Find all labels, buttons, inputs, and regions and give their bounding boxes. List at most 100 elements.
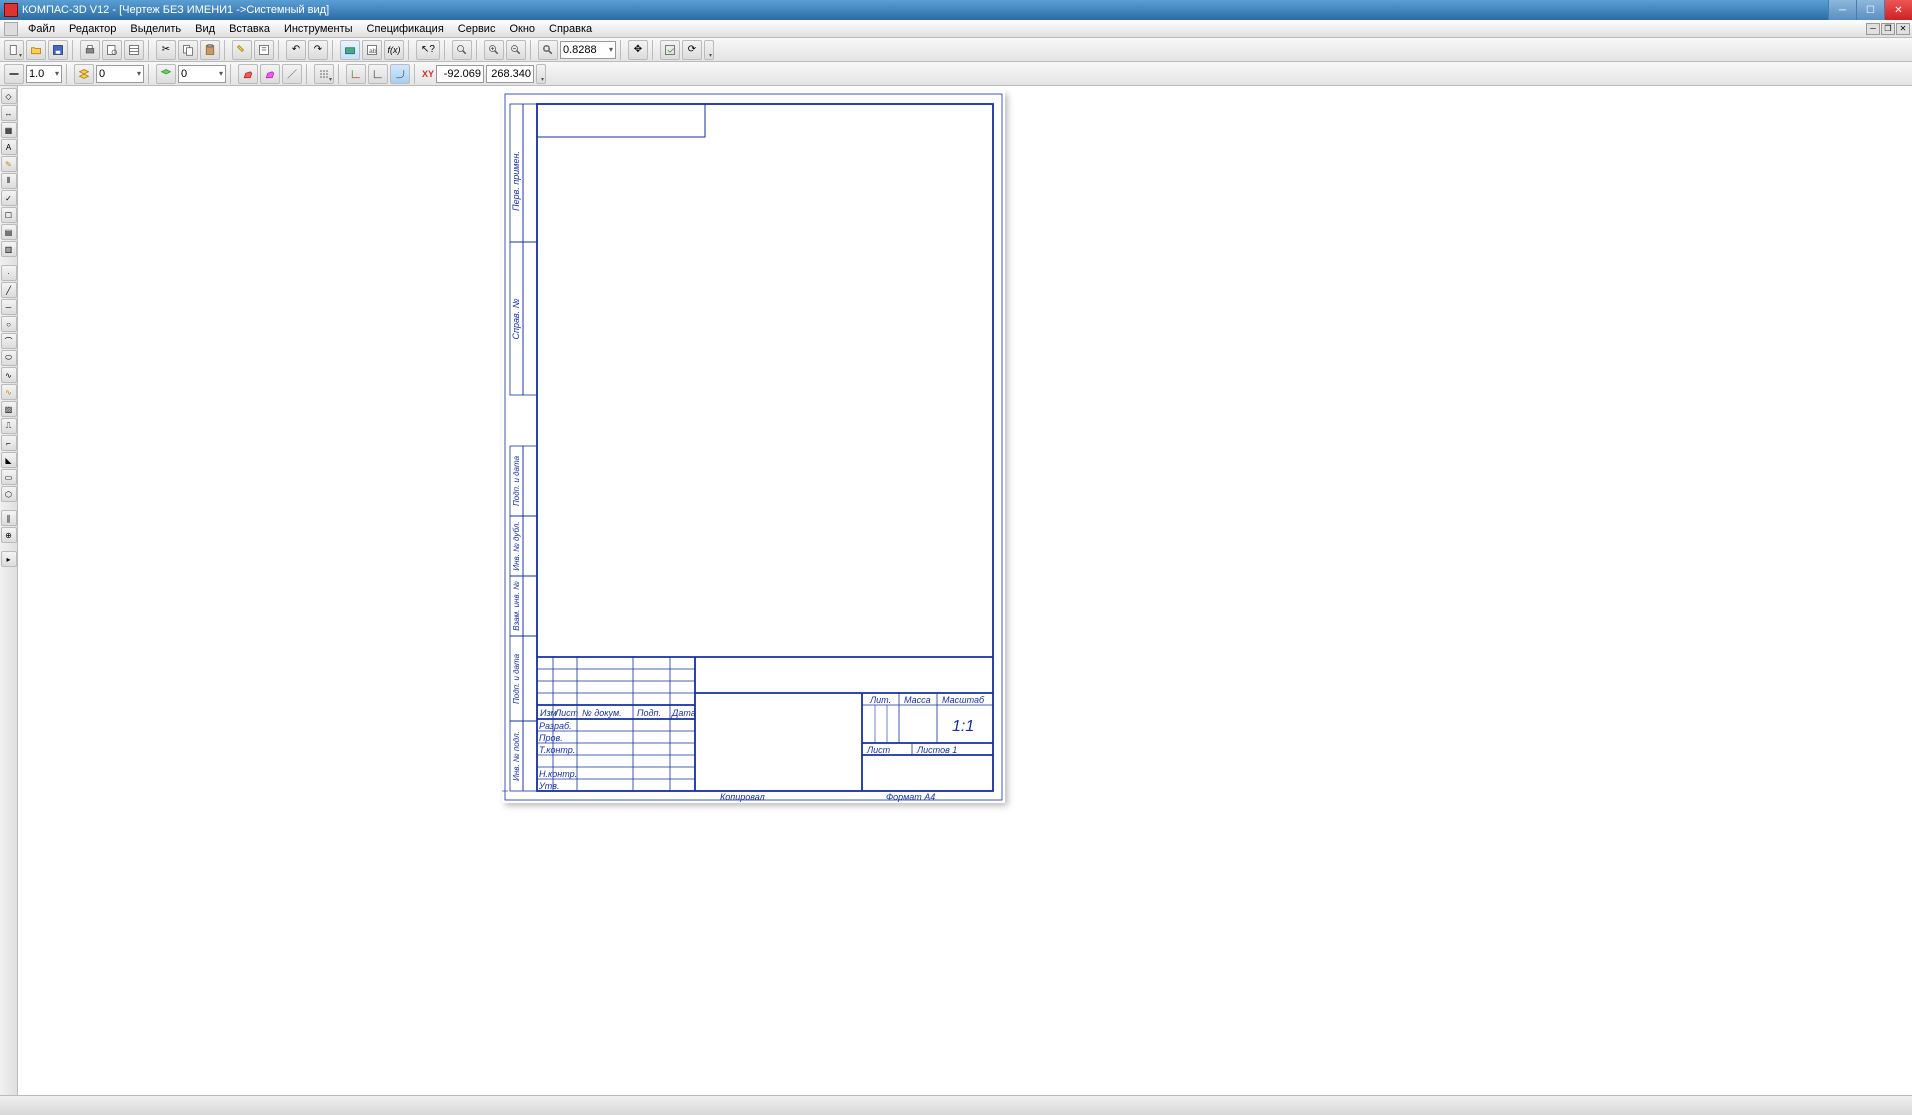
mdi-minimize-button[interactable]: ─ — [1866, 23, 1880, 35]
tool-param-icon[interactable]: ⫴ — [1, 173, 17, 189]
open-button[interactable] — [26, 40, 46, 60]
line-width-combo[interactable]: 1.0 — [26, 65, 62, 83]
toolbar-options-button[interactable] — [704, 40, 714, 60]
tool-hatch-icon[interactable]: ▨ — [1, 401, 17, 417]
drawing-canvas[interactable]: Перв. примен. Справ. № Подп. и дата Инв.… — [18, 86, 1912, 1095]
tool-segment-icon[interactable]: ─ — [1, 299, 17, 315]
side-inv-podl: Инв. № подл. — [512, 731, 521, 781]
round-button[interactable] — [390, 64, 410, 84]
col-list: Лист — [554, 708, 579, 718]
menu-file[interactable]: Файл — [22, 21, 61, 37]
tool-dimension-icon[interactable]: ↔ — [1, 105, 17, 121]
tool-geometry-icon[interactable]: ◇ — [1, 88, 17, 104]
tool-gather-icon[interactable]: ⊕ — [1, 527, 17, 543]
tb-scale: 1:1 — [952, 718, 974, 735]
cut-button[interactable]: ✂ — [156, 40, 176, 60]
tool-spec-icon[interactable]: ▤ — [1, 224, 17, 240]
side-podp1: Подп. и дата — [512, 455, 521, 506]
tool-rect-icon[interactable]: ▭ — [1, 469, 17, 485]
row-razrab: Разраб. — [539, 721, 572, 731]
menu-spec[interactable]: Спецификация — [361, 21, 450, 37]
menu-editor[interactable]: Редактор — [63, 21, 122, 37]
close-button[interactable]: ✕ — [1884, 0, 1912, 20]
tool-edit-icon[interactable]: ✎ — [1, 156, 17, 172]
properties-button[interactable] — [254, 40, 274, 60]
copy-button[interactable] — [178, 40, 198, 60]
preview-button[interactable] — [102, 40, 122, 60]
format-painter-button[interactable] — [232, 40, 252, 60]
tool-chamfer-icon[interactable]: ◣ — [1, 452, 17, 468]
layer-icon[interactable] — [74, 64, 94, 84]
help-arrow-button[interactable]: ↖? — [416, 40, 440, 60]
toolbar-standard: ✂ ↶ ↷ ab f(x) ↖? 0.8288 ✥ ⟳ — [0, 38, 1912, 62]
edit-style-2-button[interactable] — [260, 64, 280, 84]
fx-button[interactable]: f(x) — [384, 40, 404, 60]
tool-ellipse-icon[interactable]: ⬭ — [1, 350, 17, 366]
tb-mashtab: Масштаб — [942, 695, 985, 705]
line-style-icon[interactable] — [4, 64, 24, 84]
minimize-button[interactable]: ─ — [1828, 0, 1856, 20]
tool-aux-line-icon[interactable]: ╱ — [1, 282, 17, 298]
view-state-icon[interactable] — [156, 64, 176, 84]
view-state-combo[interactable]: 0 — [178, 65, 226, 83]
tool-select-icon[interactable]: ☐ — [1, 207, 17, 223]
tool-report-icon[interactable]: ▥ — [1, 241, 17, 257]
col-sign: Подп. — [637, 708, 661, 718]
library-manager-button[interactable] — [340, 40, 360, 60]
drawing-sheet: Перв. примен. Справ. № Подп. и дата Инв.… — [502, 91, 1005, 803]
tool-arc-icon[interactable]: ⌒ — [1, 333, 17, 349]
menu-window[interactable]: Окно — [503, 21, 541, 37]
tool-measure-icon[interactable]: ✓ — [1, 190, 17, 206]
layer-combo[interactable]: 0 — [96, 65, 144, 83]
edit-style-3-button[interactable] — [282, 64, 302, 84]
pan-button[interactable]: ✥ — [628, 40, 648, 60]
tool-text-icon[interactable]: A — [1, 139, 17, 155]
tool-bezier-icon[interactable]: ∿ — [1, 384, 17, 400]
paste-button[interactable] — [200, 40, 220, 60]
undo-button[interactable]: ↶ — [286, 40, 306, 60]
side-perv: Перв. примен. — [511, 151, 521, 211]
coord-y-field[interactable]: 268.340 — [486, 65, 534, 83]
rebuild-button[interactable] — [660, 40, 680, 60]
grid-button[interactable] — [314, 64, 334, 84]
print-button[interactable] — [80, 40, 100, 60]
col-doc: № докум. — [582, 708, 622, 718]
local-cs-button[interactable] — [346, 64, 366, 84]
menu-insert[interactable]: Вставка — [223, 21, 276, 37]
tool-equidistant-icon[interactable]: ∥ — [1, 510, 17, 526]
refresh-button[interactable]: ⟳ — [682, 40, 702, 60]
zoom-in-button[interactable] — [484, 40, 504, 60]
toolbar-current-state: 1.0 0 0 XY -92.069 268.340 — [0, 62, 1912, 86]
variables-button[interactable]: ab — [362, 40, 382, 60]
menu-select[interactable]: Выделить — [124, 21, 187, 37]
ortho-button[interactable] — [368, 64, 388, 84]
zoom-combo[interactable]: 0.8288 — [560, 41, 616, 59]
menu-service[interactable]: Сервис — [452, 21, 502, 37]
menu-help[interactable]: Справка — [543, 21, 598, 37]
tool-circle-icon[interactable]: ○ — [1, 316, 17, 332]
edit-style-1-button[interactable] — [238, 64, 258, 84]
mdi-close-button[interactable]: ✕ — [1896, 23, 1910, 35]
zoom-window-button[interactable] — [452, 40, 472, 60]
tool-contour-icon[interactable]: ⬡ — [1, 486, 17, 502]
toolbar2-options-button[interactable] — [536, 64, 546, 84]
tool-designation-icon[interactable]: ▦ — [1, 122, 17, 138]
tool-fillet-icon[interactable]: ⌐ — [1, 435, 17, 451]
tool-polyline-icon[interactable]: ⎍ — [1, 418, 17, 434]
tool-expand-icon[interactable]: ▸ — [1, 551, 17, 567]
zoom-out-button[interactable] — [506, 40, 526, 60]
mdi-restore-button[interactable]: ❐ — [1881, 23, 1895, 35]
tool-point-icon[interactable]: · — [1, 265, 17, 281]
menu-view[interactable]: Вид — [189, 21, 221, 37]
save-button[interactable] — [48, 40, 68, 60]
zoom-fit-button[interactable] — [538, 40, 558, 60]
spec-button[interactable] — [124, 40, 144, 60]
menu-tools[interactable]: Инструменты — [278, 21, 359, 37]
redo-button[interactable]: ↷ — [308, 40, 328, 60]
tool-spline-icon[interactable]: ∿ — [1, 367, 17, 383]
col-date: Дата — [671, 708, 696, 718]
coord-x-field[interactable]: -92.069 — [436, 65, 484, 83]
new-button[interactable] — [4, 40, 24, 60]
mdi-icon[interactable] — [4, 22, 18, 36]
maximize-button[interactable]: ☐ — [1856, 0, 1884, 20]
